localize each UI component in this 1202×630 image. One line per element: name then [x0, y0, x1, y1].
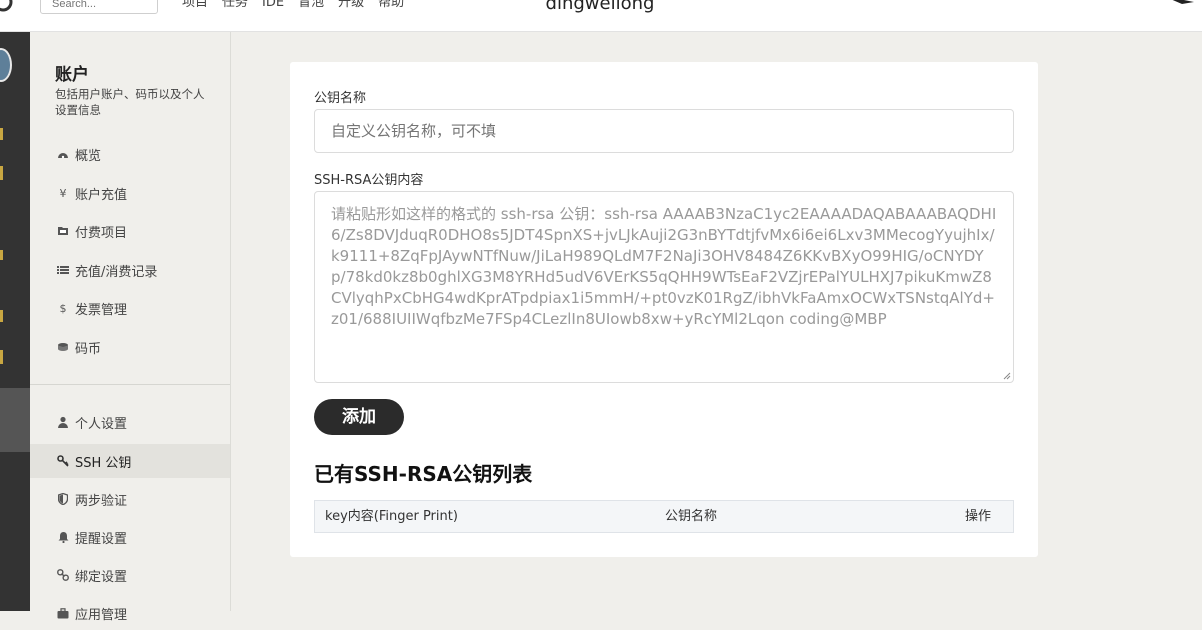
sidebar-item-label: 付费项目 [75, 225, 128, 241]
column-key-name: 公钥名称 [665, 509, 718, 524]
top-navbar: 项目 任务 IDE 冒泡 升级 帮助 dingweilong [0, 0, 1202, 32]
user-icon [57, 416, 69, 428]
left-app-rail [0, 32, 30, 611]
nav-upgrade[interactable]: 升级 [338, 0, 364, 11]
sidebar-item-paid-projects[interactable]: 付费项目 [30, 214, 230, 248]
coins-icon [57, 341, 69, 353]
sidebar-item-label: 提醒设置 [75, 531, 128, 547]
key-list-title: 已有SSH-RSA公钥列表 [314, 462, 533, 486]
sidebar-item-label: SSH 公钥 [75, 455, 132, 471]
sidebar-item-notifications[interactable]: 提醒设置 [30, 520, 230, 554]
sidebar-item-label: 个人设置 [75, 416, 128, 432]
key-name-label: 公钥名称 [314, 91, 367, 106]
key-content-textarea[interactable]: 请粘贴形如这样的格式的 ssh-rsa 公钥：ssh-rsa AAAAB3Nza… [314, 191, 1014, 383]
yen-icon: ¥ [59, 186, 67, 200]
link-icon [57, 569, 69, 581]
sidebar-item-personal-settings[interactable]: 个人设置 [30, 405, 230, 439]
sidebar-item-overview[interactable]: 概览 [30, 137, 230, 171]
rail-mark [0, 250, 3, 260]
top-nav-menu: 项目 任务 IDE 冒泡 升级 帮助 [182, 0, 404, 11]
sidebar-item-bindings[interactable]: 绑定设置 [30, 558, 230, 592]
sidebar-item-label: 应用管理 [75, 607, 128, 623]
dollar-icon: $ [59, 301, 67, 315]
nav-help[interactable]: 帮助 [378, 0, 404, 11]
sidebar-item-coins[interactable]: 码币 [30, 330, 230, 364]
key-icon [57, 455, 69, 467]
column-fingerprint: key内容(Finger Print) [325, 509, 458, 524]
rail-mark [0, 128, 3, 140]
sidebar-item-records[interactable]: 充值/消费记录 [30, 253, 230, 287]
folder-icon [57, 225, 69, 237]
sidebar-item-apps[interactable]: 应用管理 [30, 596, 230, 630]
avatar[interactable] [0, 48, 12, 82]
account-sidebar: 账户 包括用户账户、码币以及个人设置信息 概览 ¥ 账户充值 付费项目 充值/消… [30, 32, 231, 623]
add-key-button[interactable]: 添加 [314, 399, 404, 435]
key-name-input[interactable] [314, 109, 1014, 153]
sidebar-item-label: 账户充值 [75, 187, 128, 203]
nav-tasks[interactable]: 任务 [222, 0, 248, 11]
bell-icon [57, 531, 69, 543]
ssh-key-card: 公钥名称 SSH-RSA公钥内容 请粘贴形如这样的格式的 ssh-rsa 公钥：… [290, 62, 1038, 557]
sidebar-item-two-factor[interactable]: 两步验证 [30, 482, 230, 516]
sidebar-item-label: 发票管理 [75, 302, 128, 318]
column-actions: 操作 [965, 509, 992, 524]
sidebar-item-label: 绑定设置 [75, 569, 128, 585]
nav-ide[interactable]: IDE [262, 0, 284, 11]
list-icon [57, 264, 69, 276]
sidebar-item-label: 码币 [75, 341, 102, 357]
sidebar-description: 包括用户账户、码币以及个人设置信息 [55, 87, 205, 117]
sidebar-item-recharge[interactable]: ¥ 账户充值 [30, 176, 230, 210]
key-content-label: SSH-RSA公钥内容 [314, 173, 424, 188]
search-input[interactable] [40, 0, 158, 14]
sidebar-item-label: 充值/消费记录 [75, 264, 158, 280]
rail-mark [0, 166, 3, 180]
user-menu-icon[interactable] [1166, 0, 1196, 6]
rail-mark [0, 310, 3, 322]
sidebar-item-label: 概览 [75, 148, 102, 164]
sidebar-item-label: 两步验证 [75, 493, 128, 509]
key-table-header: key内容(Finger Print) 公钥名称 操作 [314, 500, 1014, 533]
sidebar-divider [30, 384, 230, 385]
sidebar-title: 账户 [55, 65, 89, 85]
rail-mark [0, 350, 3, 364]
nav-projects[interactable]: 项目 [182, 0, 208, 11]
rail-active-item[interactable] [0, 388, 30, 452]
nav-tweets[interactable]: 冒泡 [298, 0, 324, 11]
dashboard-icon [57, 148, 69, 160]
coding-logo-icon[interactable] [0, 0, 14, 14]
key-content-placeholder: 请粘贴形如这样的格式的 ssh-rsa 公钥：ssh-rsa AAAAB3Nza… [331, 205, 997, 328]
briefcase-icon [57, 607, 69, 619]
shield-icon [57, 493, 69, 505]
sidebar-item-ssh-keys[interactable]: SSH 公钥 [30, 444, 230, 478]
sidebar-item-invoices[interactable]: $ 发票管理 [30, 291, 230, 325]
resize-grip-icon[interactable] [1003, 372, 1011, 380]
username: dingweilong [545, 0, 655, 14]
